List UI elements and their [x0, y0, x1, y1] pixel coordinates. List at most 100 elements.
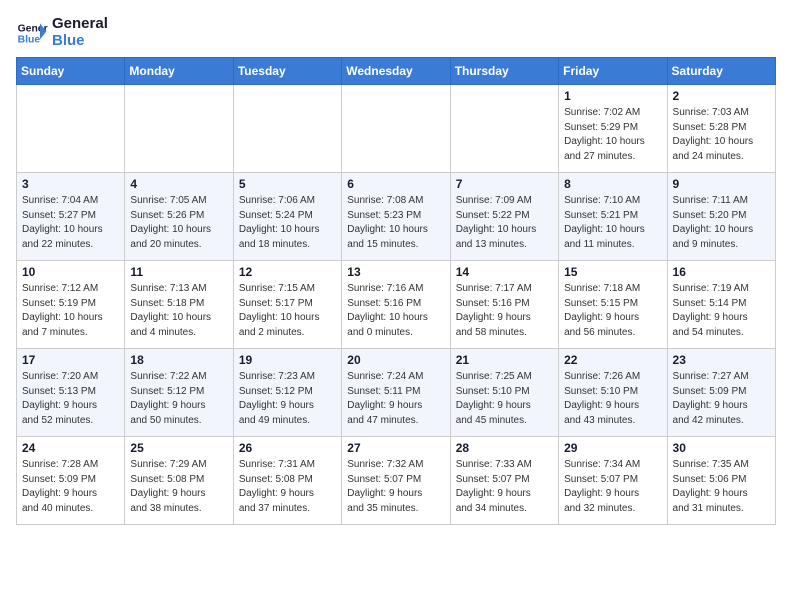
calendar-week-row: 3Sunrise: 7:04 AM Sunset: 5:27 PM Daylig… [17, 173, 776, 261]
calendar-cell: 4 Sunrise: 7:05 AM Sunset: 5:26 PM Daylig… [125, 173, 233, 261]
day-info: Sunrise: 7:24 AM Sunset: 5:11 PM Dayligh… [347, 370, 444, 428]
day-info: Sunrise: 7:33 AM Sunset: 5:07 PM Dayligh… [456, 458, 553, 516]
day-info: Sunrise: 7:28 AM Sunset: 5:09 PM Dayligh… [22, 458, 119, 516]
day-number: 11 [130, 265, 227, 279]
day-info: Sunrise: 7:25 AM Sunset: 5:10 PM Dayligh… [456, 370, 553, 428]
day-number: 12 [239, 265, 336, 279]
day-number: 1 [564, 89, 661, 103]
day-info: Sunrise: 7:13 AM Sunset: 5:18 PM Dayligh… [130, 282, 227, 340]
calendar-header-sunday: Sunday [17, 58, 125, 85]
calendar-cell: 17 Sunrise: 7:20 AM Sunset: 5:13 PM Dayli… [17, 349, 125, 437]
calendar-cell: 7Sunrise: 7:09 AM Sunset: 5:22 PM Daylig… [450, 173, 558, 261]
calendar-cell: 11 Sunrise: 7:13 AM Sunset: 5:18 PM Dayli… [125, 261, 233, 349]
day-number: 20 [347, 353, 444, 367]
calendar-cell [450, 85, 558, 173]
day-number: 15 [564, 265, 661, 279]
calendar-cell: 24 Sunrise: 7:28 AM Sunset: 5:09 PM Dayli… [17, 437, 125, 525]
day-number: 5 [239, 177, 336, 191]
calendar-cell: 10 Sunrise: 7:12 AM Sunset: 5:19 PM Dayli… [17, 261, 125, 349]
day-info: Sunrise: 7:10 AM Sunset: 5:21 PM Dayligh… [564, 194, 661, 252]
calendar-cell: 25Sunrise: 7:29 AM Sunset: 5:08 PM Dayli… [125, 437, 233, 525]
calendar-header-monday: Monday [125, 58, 233, 85]
day-number: 30 [673, 441, 770, 455]
calendar-cell: 15Sunrise: 7:18 AM Sunset: 5:15 PM Dayli… [559, 261, 667, 349]
calendar-week-row: 10 Sunrise: 7:12 AM Sunset: 5:19 PM Dayli… [17, 261, 776, 349]
calendar-cell: 21 Sunrise: 7:25 AM Sunset: 5:10 PM Dayli… [450, 349, 558, 437]
calendar-week-row: 17 Sunrise: 7:20 AM Sunset: 5:13 PM Dayli… [17, 349, 776, 437]
day-info: Sunrise: 7:03 AM Sunset: 5:28 PM Dayligh… [673, 106, 770, 164]
calendar-cell: 6 Sunrise: 7:08 AM Sunset: 5:23 PM Daylig… [342, 173, 450, 261]
day-info: Sunrise: 7:06 AM Sunset: 5:24 PM Dayligh… [239, 194, 336, 252]
day-info: Sunrise: 7:34 AM Sunset: 5:07 PM Dayligh… [564, 458, 661, 516]
day-number: 26 [239, 441, 336, 455]
day-info: Sunrise: 7:12 AM Sunset: 5:19 PM Dayligh… [22, 282, 119, 340]
day-info: Sunrise: 7:26 AM Sunset: 5:10 PM Dayligh… [564, 370, 661, 428]
calendar-cell: 1 Sunrise: 7:02 AM Sunset: 5:29 PM Daylig… [559, 85, 667, 173]
calendar-header-thursday: Thursday [450, 58, 558, 85]
calendar-cell: 8 Sunrise: 7:10 AM Sunset: 5:21 PM Daylig… [559, 173, 667, 261]
day-number: 2 [673, 89, 770, 103]
calendar-header-wednesday: Wednesday [342, 58, 450, 85]
day-number: 28 [456, 441, 553, 455]
calendar-cell: 5 Sunrise: 7:06 AM Sunset: 5:24 PM Daylig… [233, 173, 341, 261]
day-info: Sunrise: 7:22 AM Sunset: 5:12 PM Dayligh… [130, 370, 227, 428]
day-number: 14 [456, 265, 553, 279]
day-number: 10 [22, 265, 119, 279]
logo-icon: General Blue [16, 17, 48, 49]
calendar-cell: 23 Sunrise: 7:27 AM Sunset: 5:09 PM Dayli… [667, 349, 775, 437]
calendar-cell [233, 85, 341, 173]
calendar-cell: 14 Sunrise: 7:17 AM Sunset: 5:16 PM Dayli… [450, 261, 558, 349]
calendar-cell [125, 85, 233, 173]
day-number: 27 [347, 441, 444, 455]
logo: General Blue General Blue [16, 16, 108, 49]
calendar-cell: 18 Sunrise: 7:22 AM Sunset: 5:12 PM Dayli… [125, 349, 233, 437]
day-info: Sunrise: 7:15 AM Sunset: 5:17 PM Dayligh… [239, 282, 336, 340]
day-number: 24 [22, 441, 119, 455]
day-number: 16 [673, 265, 770, 279]
day-info: Sunrise: 7:31 AM Sunset: 5:08 PM Dayligh… [239, 458, 336, 516]
calendar-cell [17, 85, 125, 173]
day-info: Sunrise: 7:23 AM Sunset: 5:12 PM Dayligh… [239, 370, 336, 428]
day-info: Sunrise: 7:17 AM Sunset: 5:16 PM Dayligh… [456, 282, 553, 340]
day-info: Sunrise: 7:11 AM Sunset: 5:20 PM Dayligh… [673, 194, 770, 252]
calendar-cell [342, 85, 450, 173]
day-info: Sunrise: 7:09 AM Sunset: 5:22 PM Dayligh… [456, 194, 553, 252]
day-info: Sunrise: 7:20 AM Sunset: 5:13 PM Dayligh… [22, 370, 119, 428]
calendar-cell: 13 Sunrise: 7:16 AM Sunset: 5:16 PM Dayli… [342, 261, 450, 349]
day-number: 23 [673, 353, 770, 367]
day-info: Sunrise: 7:19 AM Sunset: 5:14 PM Dayligh… [673, 282, 770, 340]
day-number: 3 [22, 177, 119, 191]
day-number: 21 [456, 353, 553, 367]
calendar-header-row: SundayMondayTuesdayWednesdayThursdayFrid… [17, 58, 776, 85]
day-number: 18 [130, 353, 227, 367]
calendar-cell: 12 Sunrise: 7:15 AM Sunset: 5:17 PM Dayli… [233, 261, 341, 349]
day-number: 22 [564, 353, 661, 367]
day-info: Sunrise: 7:27 AM Sunset: 5:09 PM Dayligh… [673, 370, 770, 428]
calendar-cell: 9 Sunrise: 7:11 AM Sunset: 5:20 PM Daylig… [667, 173, 775, 261]
day-info: Sunrise: 7:35 AM Sunset: 5:06 PM Dayligh… [673, 458, 770, 516]
logo-text-line2: Blue [52, 33, 108, 50]
calendar-header-friday: Friday [559, 58, 667, 85]
calendar-cell: 22 Sunrise: 7:26 AM Sunset: 5:10 PM Dayli… [559, 349, 667, 437]
calendar-cell: 27Sunrise: 7:32 AM Sunset: 5:07 PM Dayli… [342, 437, 450, 525]
calendar-cell: 20 Sunrise: 7:24 AM Sunset: 5:11 PM Dayli… [342, 349, 450, 437]
calendar-cell: 28 Sunrise: 7:33 AM Sunset: 5:07 PM Dayli… [450, 437, 558, 525]
day-info: Sunrise: 7:08 AM Sunset: 5:23 PM Dayligh… [347, 194, 444, 252]
day-number: 13 [347, 265, 444, 279]
calendar-cell: 3Sunrise: 7:04 AM Sunset: 5:27 PM Daylig… [17, 173, 125, 261]
calendar-cell: 26 Sunrise: 7:31 AM Sunset: 5:08 PM Dayli… [233, 437, 341, 525]
day-info: Sunrise: 7:05 AM Sunset: 5:26 PM Dayligh… [130, 194, 227, 252]
day-info: Sunrise: 7:29 AM Sunset: 5:08 PM Dayligh… [130, 458, 227, 516]
day-info: Sunrise: 7:02 AM Sunset: 5:29 PM Dayligh… [564, 106, 661, 164]
calendar-week-row: 24 Sunrise: 7:28 AM Sunset: 5:09 PM Dayli… [17, 437, 776, 525]
day-number: 8 [564, 177, 661, 191]
day-number: 4 [130, 177, 227, 191]
page-header: General Blue General Blue [16, 16, 776, 49]
calendar-header-saturday: Saturday [667, 58, 775, 85]
calendar-cell: 16 Sunrise: 7:19 AM Sunset: 5:14 PM Dayli… [667, 261, 775, 349]
calendar-cell: 30 Sunrise: 7:35 AM Sunset: 5:06 PM Dayli… [667, 437, 775, 525]
day-number: 17 [22, 353, 119, 367]
day-info: Sunrise: 7:16 AM Sunset: 5:16 PM Dayligh… [347, 282, 444, 340]
day-number: 9 [673, 177, 770, 191]
day-number: 6 [347, 177, 444, 191]
